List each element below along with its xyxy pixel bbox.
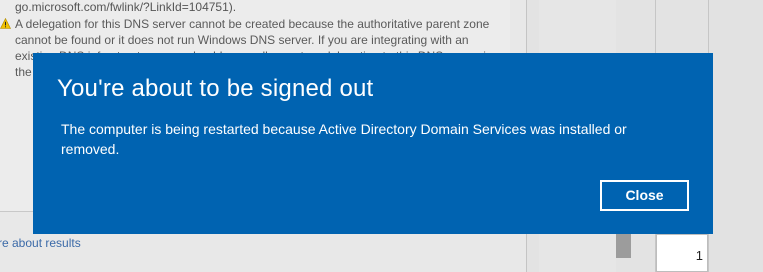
notification-message: The computer is being restarted because … — [61, 121, 627, 157]
warning-icon — [0, 18, 11, 29]
sign-out-notification: You're about to be signed out The comput… — [33, 53, 713, 234]
more-about-results-link[interactable]: re about results — [0, 236, 81, 250]
page-number-box: 1 — [656, 234, 708, 272]
notification-title: You're about to be signed out — [57, 75, 374, 102]
close-button[interactable]: Close — [600, 180, 689, 211]
scrollbar-thumb[interactable] — [616, 234, 631, 258]
help-link[interactable]: go.microsoft.com/fwlink/?LinkId=104751). — [15, 0, 236, 14]
right-edge-panel — [709, 0, 763, 272]
